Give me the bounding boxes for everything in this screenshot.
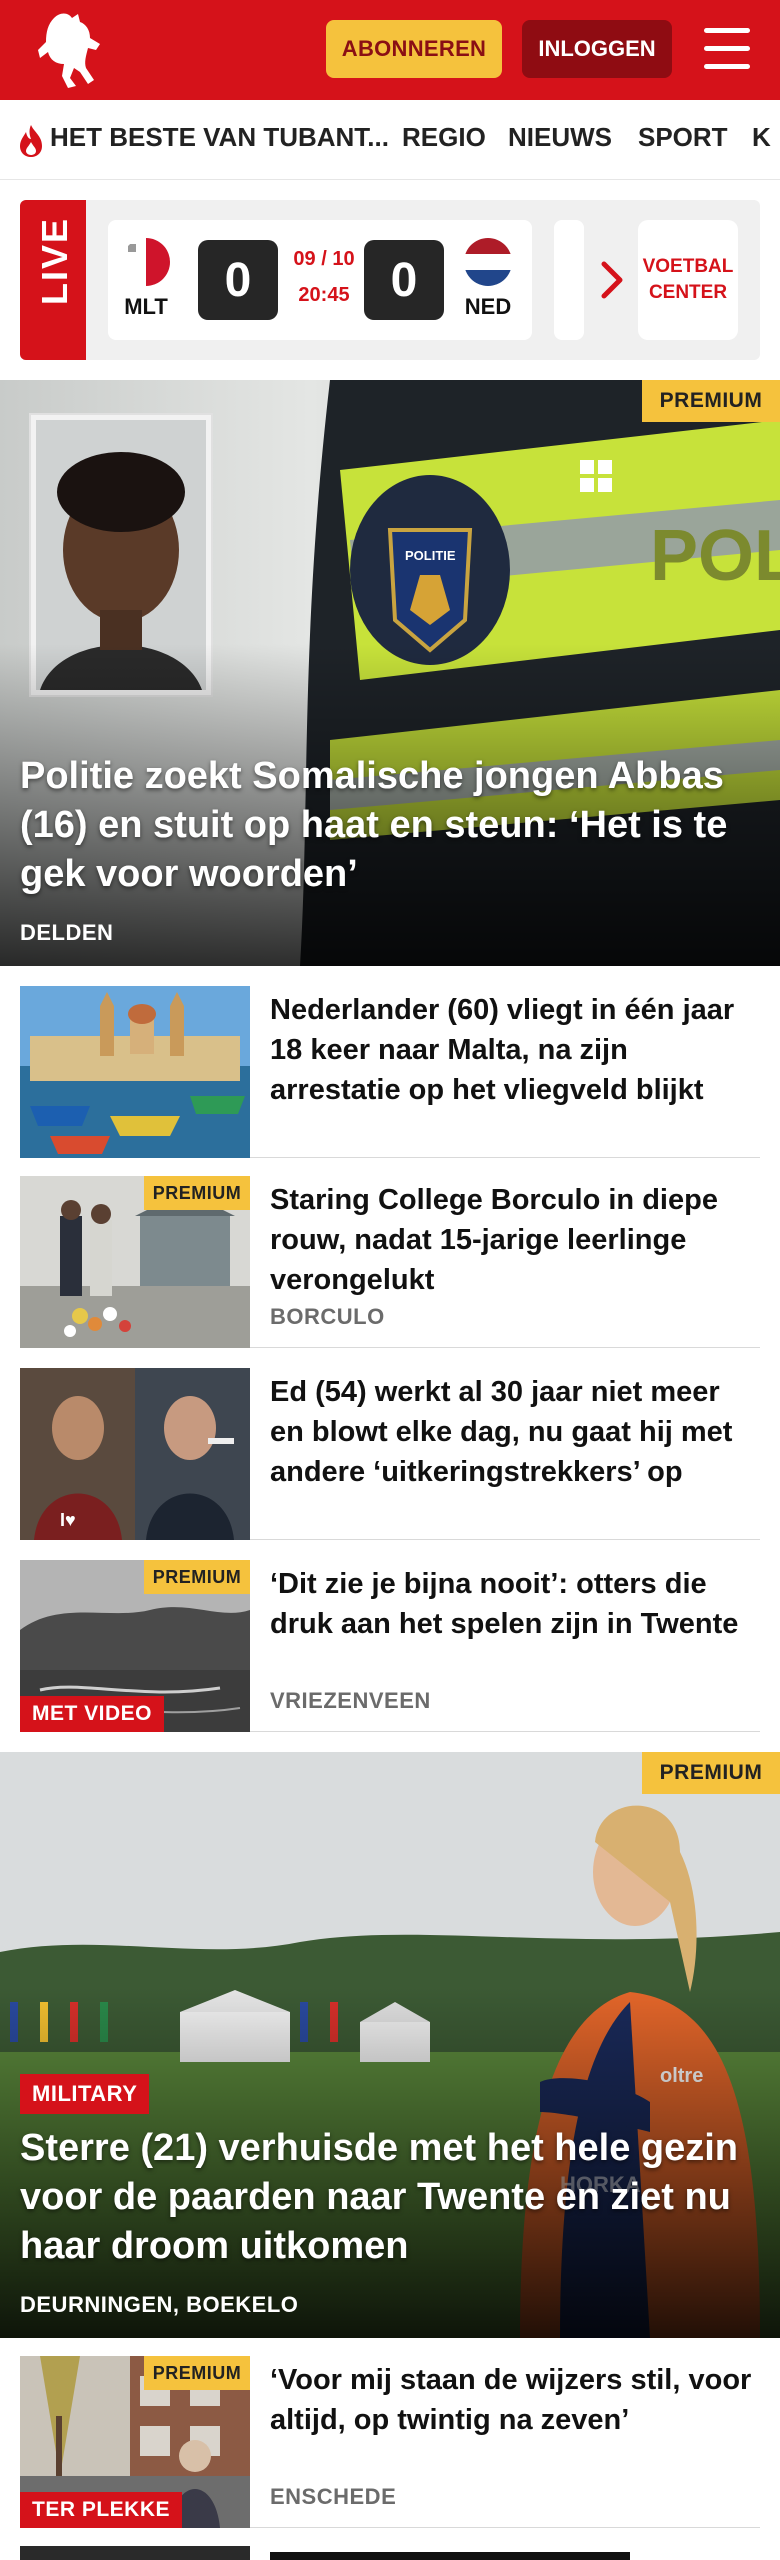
- live-label: LIVE: [20, 200, 86, 360]
- article-location: BORCULO: [270, 1304, 385, 1329]
- svg-text:I♥: I♥: [60, 1510, 76, 1530]
- live-score-widget: LIVE MLT 0 09 / 10 20:45 0 NED VOETBAL CE…: [20, 200, 760, 360]
- nav-item-best-of[interactable]: HET BESTE VAN TUBANT...: [50, 122, 389, 153]
- hero-article[interactable]: POLITIE POLI PREMIUM Politie zoekt Somal…: [0, 380, 780, 966]
- hero-title[interactable]: Politie zoekt Somalische jongen Abbas (1…: [20, 752, 760, 899]
- login-button[interactable]: INLOGGEN: [522, 20, 672, 78]
- premium-badge: PREMIUM: [642, 1752, 780, 1794]
- voetbal-center-button[interactable]: VOETBAL CENTER: [638, 220, 738, 340]
- hamburger-menu-icon[interactable]: [700, 24, 754, 74]
- featured-title[interactable]: Sterre (21) verhuisde met het hele gezin…: [20, 2124, 760, 2271]
- list-item[interactable]: Nederlander (60) vliegt in één jaar 18 k…: [20, 986, 760, 1158]
- list-item[interactable]: PREMIUM TER PLEKKE ‘Voor mij staan de wi…: [20, 2356, 760, 2528]
- netherlands-flag-icon: [464, 238, 512, 286]
- chevron-right-icon[interactable]: [598, 252, 628, 308]
- premium-badge: PREMIUM: [144, 1176, 250, 1210]
- article-title[interactable]: ‘Voor mij staan de wijzers stil, voor al…: [270, 2360, 760, 2440]
- next-article-thumbnail-partial: [20, 2546, 250, 2560]
- article-location: ENSCHEDE: [270, 2484, 397, 2509]
- article-thumbnail: I♥: [20, 1368, 250, 1540]
- nav-item-sport[interactable]: SPORT: [638, 122, 728, 153]
- featured-article[interactable]: oltre HORKA PREMIUM MILITARY Sterre (21)…: [0, 1752, 780, 2338]
- match-time: 20:45: [298, 284, 350, 306]
- flame-icon: [20, 125, 42, 157]
- away-score: 0: [364, 240, 444, 320]
- article-title[interactable]: ‘Dit zie je bijna nooit’: otters die dru…: [270, 1564, 760, 1644]
- next-match-card-partial[interactable]: [554, 220, 584, 340]
- list-item[interactable]: I♥ Ed (54) werkt al 30 jaar niet meer en…: [20, 1368, 760, 1540]
- premium-badge: PREMIUM: [144, 1560, 250, 1594]
- main-navigation: HET BESTE VAN TUBANT... REGIO NIEUWS SPO…: [0, 100, 780, 180]
- featured-location: DEURNINGEN, BOEKELO: [20, 2292, 299, 2317]
- home-team-code: MLT: [124, 294, 168, 319]
- article-location: VRIEZENVEEN: [270, 1688, 431, 1713]
- article-title[interactable]: Nederlander (60) vliegt in één jaar 18 k…: [270, 990, 760, 1110]
- away-team-code: NED: [464, 294, 512, 319]
- location-tag: TER PLEKKE: [20, 2492, 183, 2528]
- subscribe-button[interactable]: ABONNEREN: [326, 20, 502, 78]
- top-header: ABONNEREN INLOGGEN: [0, 0, 780, 100]
- malta-flag-icon: [122, 238, 170, 286]
- premium-badge: PREMIUM: [642, 380, 780, 422]
- match-date: 09 / 10: [293, 248, 355, 270]
- home-score: 0: [198, 240, 278, 320]
- nav-item-nieuws[interactable]: NIEUWS: [508, 122, 612, 153]
- nav-item-truncated[interactable]: K: [752, 122, 771, 153]
- premium-badge: PREMIUM: [144, 2356, 250, 2390]
- hero-location: DELDEN: [20, 920, 114, 945]
- article-title[interactable]: Ed (54) werkt al 30 jaar niet meer en bl…: [270, 1372, 760, 1492]
- video-tag: MET VIDEO: [20, 1696, 165, 1732]
- tubantia-horse-logo[interactable]: [34, 10, 106, 90]
- nav-item-regio[interactable]: REGIO: [402, 122, 486, 153]
- article-title[interactable]: Staring College Borculo in diepe rouw, n…: [270, 1180, 760, 1300]
- match-card[interactable]: MLT 0 09 / 10 20:45 0 NED: [108, 220, 532, 340]
- list-item[interactable]: PREMIUM Staring College Borculo in diepe…: [20, 1176, 760, 1348]
- list-item[interactable]: PREMIUM MET VIDEO ‘Dit zie je bijna nooi…: [20, 1560, 760, 1732]
- category-tag: MILITARY: [20, 2074, 150, 2114]
- next-article-title-partial[interactable]: [270, 2548, 740, 2560]
- article-thumbnail: [20, 986, 250, 1158]
